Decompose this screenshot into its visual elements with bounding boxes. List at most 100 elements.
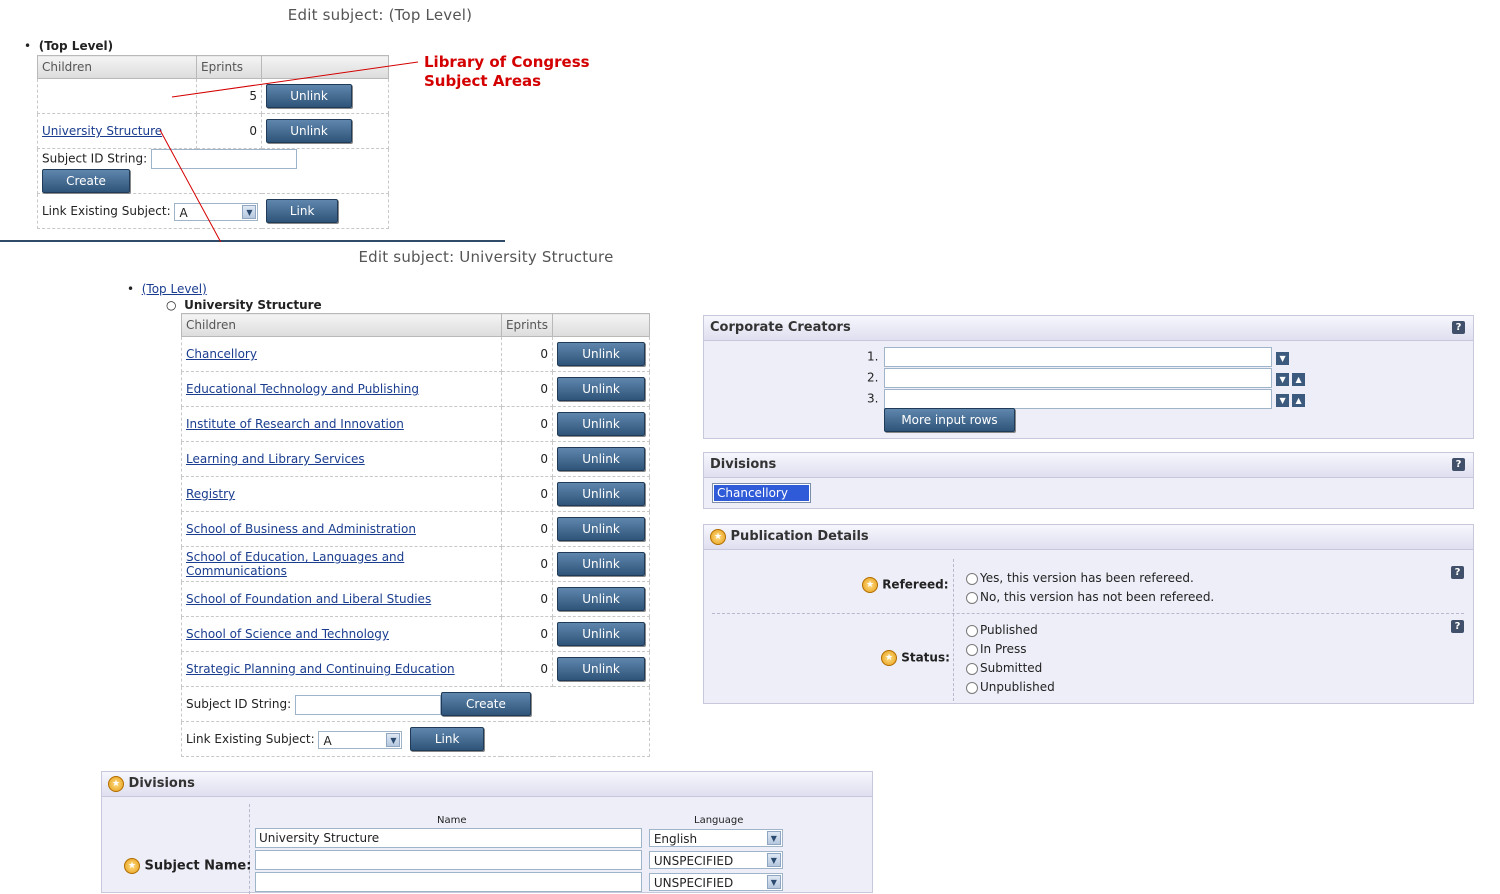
chevron-down-icon: ▼ [766, 875, 781, 889]
link-subject-select[interactable]: A ▼ [318, 730, 403, 749]
eprint-count: 0 [500, 441, 554, 477]
radio-option[interactable]: Submitted [966, 659, 1055, 678]
univ-rows: Chancellory 0 Unlink Educational Technology… [181, 336, 650, 687]
name-row: University Structure English ▼ [255, 828, 783, 848]
subject-id-input[interactable] [294, 694, 441, 715]
unlink-button[interactable]: Unlink [557, 622, 645, 646]
divisions-selected-option[interactable]: Chancellory [714, 485, 809, 501]
radio-icon[interactable] [966, 643, 978, 656]
child-link[interactable]: School of Foundation and Liberal Studies [186, 592, 431, 606]
child-link[interactable]: School of Science and Technology [186, 627, 389, 641]
radio-option[interactable]: No, this version has not been refereed. [966, 588, 1214, 607]
refereed-options: Yes, this version has been refereed. No,… [966, 569, 1214, 607]
unlink-button[interactable]: Unlink [557, 587, 645, 611]
chevron-down-icon: ▼ [766, 831, 781, 845]
option-label: In Press [980, 642, 1027, 656]
annotation-line-top [171, 61, 419, 98]
row-number: 3. [867, 391, 879, 406]
status-options: Published In Press Submitted Unpublished [966, 621, 1055, 697]
subject-id-label: Subject ID String: [186, 697, 292, 711]
table-row: Registry 0 Unlink [181, 476, 650, 512]
refereed-text: Refereed: [882, 577, 949, 592]
option-label: Unpublished [980, 680, 1055, 694]
radio-icon[interactable] [966, 681, 978, 694]
creator-row: 1. ▼ [867, 347, 1290, 367]
language-select[interactable]: English ▼ [648, 829, 783, 847]
child-link[interactable]: School of Education, Languages and Commu… [186, 550, 404, 578]
eprint-count: 0 [500, 581, 554, 617]
radio-option[interactable]: Unpublished [966, 678, 1055, 697]
publication-details-header: ★ Publication Details [704, 525, 1473, 550]
required-star-icon: ★ [108, 775, 124, 792]
status-text: Status: [901, 650, 950, 665]
help-icon[interactable]: ? [1451, 566, 1464, 579]
help-icon[interactable]: ? [1452, 458, 1465, 471]
required-star-icon: ★ [124, 858, 140, 874]
row-number: 2. [867, 370, 879, 385]
divider [712, 613, 1464, 614]
subject-name-label: ★ Subject Name: [124, 858, 251, 874]
corporate-creators-header: Corporate Creators ? [704, 316, 1473, 341]
link-existing-label: Link Existing Subject: [186, 732, 315, 746]
crumb-top-link[interactable]: (Top Level) [142, 282, 207, 296]
help-icon[interactable]: ? [1451, 620, 1464, 633]
table-row: Strategic Planning and Continuing Educat… [181, 651, 650, 687]
divider [953, 559, 954, 701]
divisions-header: Divisions ? [704, 453, 1473, 478]
language-select[interactable]: UNSPECIFIED ▼ [648, 873, 783, 891]
unlink-button[interactable]: Unlink [557, 412, 645, 436]
help-icon[interactable]: ? [1452, 321, 1465, 334]
name-input[interactable] [255, 872, 642, 892]
univ-crumb-top: • (Top Level) [127, 282, 207, 296]
create-button[interactable]: Create [440, 692, 531, 716]
language-select[interactable]: UNSPECIFIED ▼ [648, 851, 783, 869]
eprint-count: 0 [500, 511, 554, 547]
child-link[interactable]: Learning and Library Services [186, 452, 365, 466]
radio-icon[interactable] [966, 662, 978, 675]
unlink-button[interactable]: Unlink [557, 657, 645, 681]
creator-input[interactable] [884, 368, 1273, 388]
unlink-button[interactable]: Unlink [557, 447, 645, 471]
col-children: Children [181, 313, 502, 337]
name-input[interactable] [255, 850, 642, 870]
divisions-listbox[interactable]: Chancellory [712, 483, 811, 503]
unlink-button[interactable]: Unlink [557, 482, 645, 506]
unlink-button[interactable]: Unlink [557, 377, 645, 401]
child-link[interactable]: School of Business and Administration [186, 522, 416, 536]
divisions-panel: Divisions ? Chancellory [703, 452, 1474, 509]
chevron-down-icon: ▼ [766, 853, 781, 867]
eprint-count: 0 [500, 651, 554, 687]
radio-option[interactable]: Published [966, 621, 1055, 640]
child-link[interactable]: Educational Technology and Publishing [186, 382, 419, 396]
move-up-icon[interactable]: ▲ [1292, 393, 1306, 407]
radio-icon[interactable] [966, 572, 978, 585]
more-input-rows-button[interactable]: More input rows [884, 408, 1015, 432]
univ-crumb-current: ○ University Structure [166, 298, 322, 312]
table-row: School of Education, Languages and Commu… [181, 546, 650, 582]
creator-input[interactable] [884, 347, 1273, 367]
radio-option[interactable]: In Press [966, 640, 1055, 659]
move-down-icon[interactable]: ▼ [1276, 393, 1290, 407]
publication-details-title: Publication Details [730, 529, 869, 544]
option-label: Published [980, 623, 1038, 637]
child-link[interactable]: Institute of Research and Innovation [186, 417, 404, 431]
child-link[interactable]: Strategic Planning and Continuing Educat… [186, 662, 455, 676]
move-down-icon[interactable]: ▼ [1276, 351, 1290, 365]
unlink-button[interactable]: Unlink [557, 342, 645, 366]
radio-icon[interactable] [966, 624, 978, 637]
table-row: Learning and Library Services 0 Unlink [181, 441, 650, 477]
move-up-icon[interactable]: ▲ [1292, 372, 1306, 386]
unlink-button[interactable]: Unlink [557, 517, 645, 541]
divisions-title: Divisions [710, 457, 777, 472]
creator-input[interactable] [884, 389, 1273, 409]
child-link[interactable]: Registry [186, 487, 235, 501]
move-down-icon[interactable]: ▼ [1276, 372, 1290, 386]
link-button[interactable]: Link [410, 727, 485, 751]
table-row: Chancellory 0 Unlink [181, 336, 650, 372]
child-link[interactable]: Chancellory [186, 347, 257, 361]
name-input[interactable]: University Structure [255, 828, 642, 848]
radio-icon[interactable] [966, 591, 978, 604]
radio-option[interactable]: Yes, this version has been refereed. [966, 569, 1214, 588]
divisions-form-header: ★ Divisions [102, 772, 872, 797]
unlink-button[interactable]: Unlink [557, 552, 645, 576]
